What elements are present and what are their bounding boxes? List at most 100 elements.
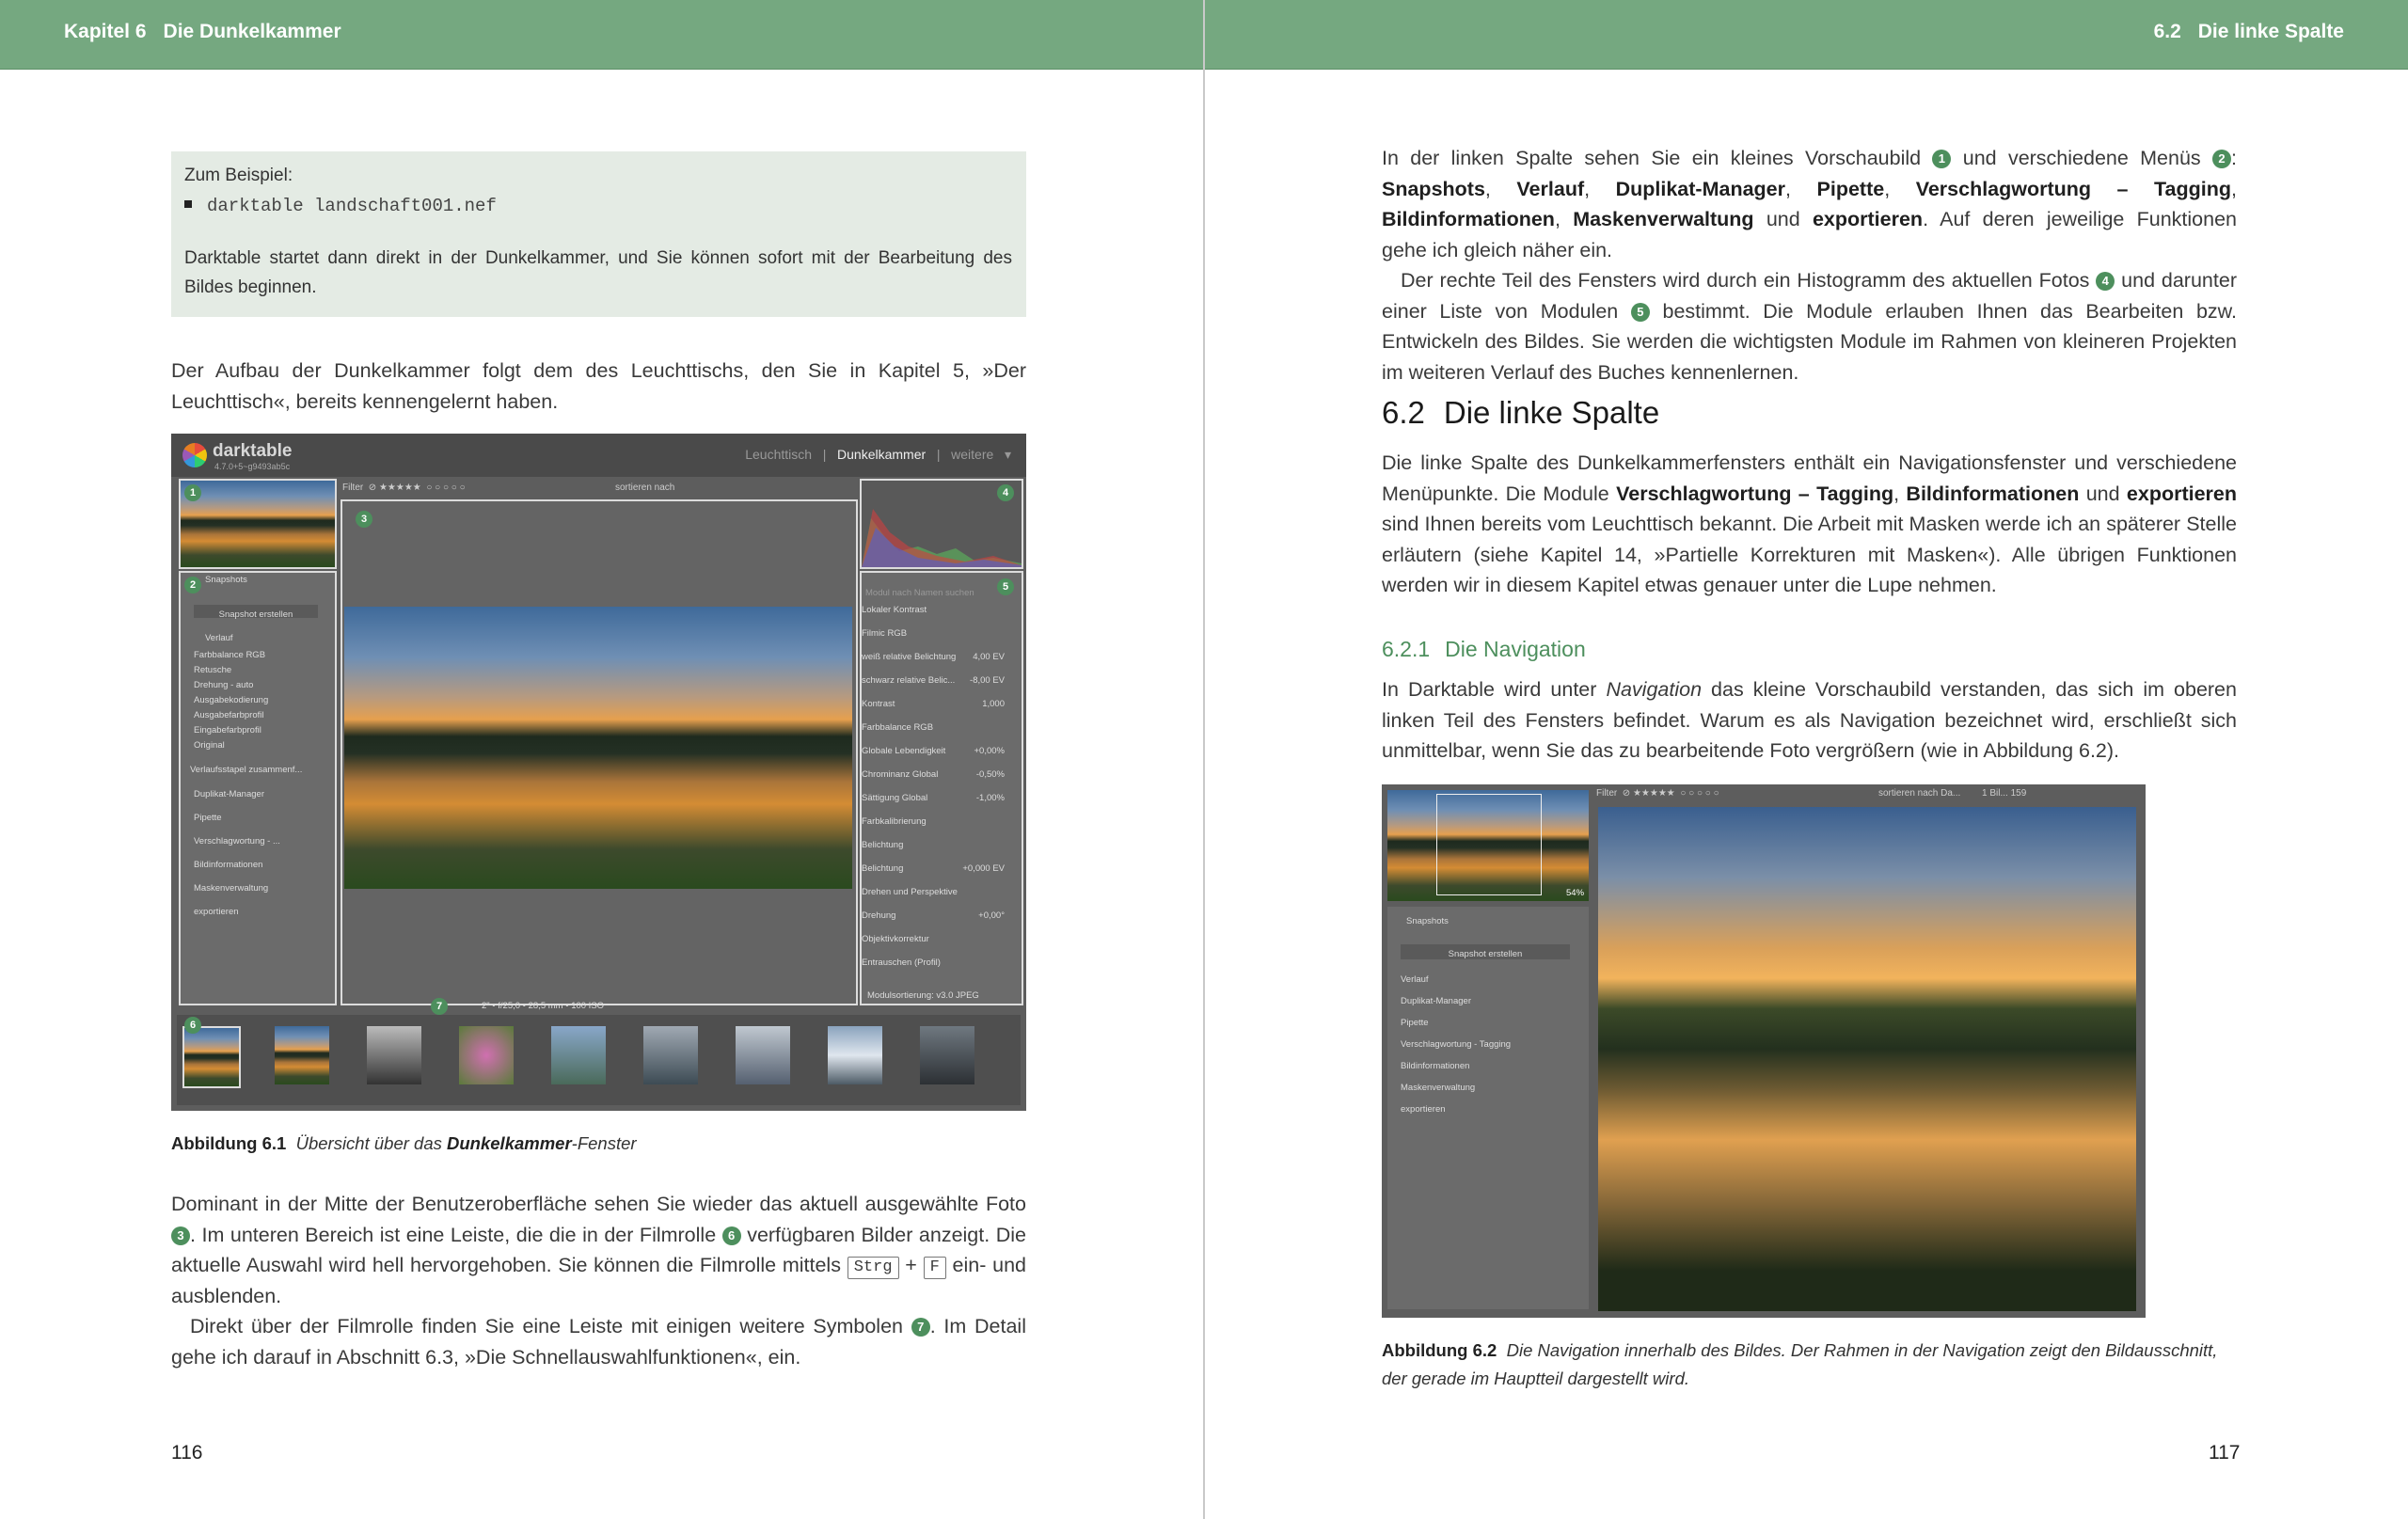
- module-row[interactable]: Objektivkorrektur: [862, 934, 1022, 957]
- section-title: Die linke Spalte: [2197, 21, 2344, 42]
- darktable-logo-icon: [182, 443, 207, 467]
- module-label: Entrauschen (Profil): [862, 957, 941, 968]
- module-row[interactable]: Eingabefarbprofil: [194, 725, 325, 740]
- filmstrip-thumb[interactable]: [182, 1026, 241, 1088]
- main-photo[interactable]: [344, 607, 852, 889]
- module-label: Duplikat-Manager: [194, 789, 264, 799]
- star-rating-icon[interactable]: ⊘ ★★★★★ ○ ○ ○ ○ ○: [366, 483, 466, 493]
- chevron-down-icon[interactable]: ▾: [997, 447, 1011, 462]
- sort-label[interactable]: sortieren nach Da...: [1878, 788, 1960, 799]
- app-version: 4.7.0+5~g9493ab5c: [214, 462, 291, 471]
- module-value: +0,00%: [974, 746, 1006, 756]
- exif-info: 2" • f/25,0 • 28,5 mm • 100 ISO: [482, 1001, 605, 1011]
- filmstrip-thumb[interactable]: [643, 1026, 698, 1084]
- module-row[interactable]: Verlauf: [1401, 974, 1579, 996]
- module-row[interactable]: Globale Lebendigkeit +0,00%: [862, 746, 1022, 769]
- module-value: 4,00 EV: [973, 652, 1005, 662]
- filmstrip-thumb[interactable]: [920, 1026, 974, 1084]
- subsection-heading: 6.2.1 Die Navigation: [1382, 637, 1586, 661]
- module-row[interactable]: Kontrast 1,000: [862, 699, 1022, 722]
- navigation-thumbnail[interactable]: [179, 479, 337, 569]
- filmstrip-thumb[interactable]: [459, 1026, 514, 1084]
- filmstrip-thumb[interactable]: [736, 1026, 790, 1084]
- module-row[interactable]: Maskenverwaltung: [194, 883, 325, 907]
- module-row[interactable]: Farbkalibrierung: [862, 816, 1022, 840]
- module-row[interactable]: Ausgabefarbprofil: [194, 710, 325, 725]
- module-label: Maskenverwaltung: [194, 883, 269, 894]
- module-label: Ausgabefarbprofil: [194, 710, 264, 720]
- history-compress-button[interactable]: Verlaufsstapel zusammenf...: [190, 765, 302, 775]
- module-label: exportieren: [1401, 1104, 1446, 1115]
- paragraph: Die linke Spalte des Dunkelkammerfenster…: [1382, 451, 2238, 596]
- module-row[interactable]: Filmic RGB: [862, 628, 1022, 652]
- snapshots-header[interactable]: Snapshots: [1406, 916, 1449, 926]
- module-row[interactable]: exportieren: [1401, 1104, 1579, 1126]
- module-label: Globale Lebendigkeit: [862, 746, 946, 756]
- module-row[interactable]: Bildinformationen: [1401, 1061, 1579, 1083]
- module-row[interactable]: Ausgabekodierung: [194, 695, 325, 710]
- module-row[interactable]: Lokaler Kontrast: [862, 605, 1022, 628]
- module-row[interactable]: Chrominanz Global -0,50%: [862, 769, 1022, 793]
- module-row[interactable]: Original: [194, 740, 325, 755]
- view-lighttable[interactable]: Leuchttisch: [745, 447, 812, 462]
- module-label: Verschlagwortung - ...: [194, 836, 280, 847]
- module-row[interactable]: Retusche: [194, 665, 325, 680]
- filmstrip-thumb[interactable]: [275, 1026, 329, 1084]
- marker-4-icon: 4: [2096, 272, 2115, 291]
- filter-label[interactable]: Filter: [1596, 788, 1617, 799]
- navigation-screenshot: 54% Snapshots Snapshot erstellen Verlauf…: [1382, 784, 2146, 1318]
- history-header[interactable]: Verlauf: [205, 633, 233, 643]
- module-row[interactable]: Drehen und Perspektive: [862, 887, 1022, 910]
- module-search[interactable]: Modul nach Namen suchen: [865, 588, 974, 598]
- page-number: 117: [2209, 1442, 2241, 1464]
- module-row[interactable]: Pipette: [1401, 1018, 1579, 1039]
- snapshot-button[interactable]: Snapshot erstellen: [219, 609, 293, 620]
- main-photo[interactable]: [1598, 807, 2136, 1311]
- star-rating-icon[interactable]: ⊘ ★★★★★ ○ ○ ○ ○ ○: [1620, 788, 1719, 799]
- module-row[interactable]: exportieren: [194, 907, 325, 930]
- right-column: Modul nach Namen suchen Lokaler Kontrast…: [860, 571, 1023, 1005]
- module-row[interactable]: Drehung +0,00°: [862, 910, 1022, 934]
- module-label: Eingabefarbprofil: [194, 725, 261, 736]
- paragraph: In der linken Spalte sehen Sie ein klein…: [1382, 147, 2238, 384]
- filmstrip-thumb[interactable]: [551, 1026, 606, 1084]
- filmstrip-thumb[interactable]: [828, 1026, 882, 1084]
- module-row[interactable]: Verschlagwortung - Tagging: [1401, 1039, 1579, 1061]
- module-row[interactable]: Entrauschen (Profil): [862, 957, 1022, 981]
- module-row[interactable]: Verschlagwortung - ...: [194, 836, 325, 860]
- snapshots-header[interactable]: Snapshots: [205, 575, 247, 585]
- module-row[interactable]: Pipette: [194, 813, 325, 836]
- module-label: Farbkalibrierung: [862, 816, 927, 827]
- sort-label[interactable]: sortieren nach: [615, 483, 674, 493]
- navigation-thumbnail[interactable]: [1387, 790, 1589, 901]
- module-label: Chrominanz Global: [862, 769, 939, 780]
- module-label: Objektivkorrektur: [862, 934, 929, 944]
- module-row[interactable]: Drehung - auto: [194, 680, 325, 695]
- module-row[interactable]: Duplikat-Manager: [1401, 996, 1579, 1018]
- module-label: Maskenverwaltung: [1401, 1083, 1476, 1093]
- filmstrip-thumb[interactable]: [367, 1026, 421, 1084]
- darkroom-screenshot: darktable 4.7.0+5~g9493ab5c Leuchttisch …: [171, 434, 1026, 1111]
- module-row[interactable]: schwarz relative Belic... -8,00 EV: [862, 675, 1022, 699]
- view-more[interactable]: weitere: [951, 447, 993, 462]
- module-row[interactable]: Belichtung +0,000 EV: [862, 863, 1022, 887]
- module-row[interactable]: Bildinformationen: [194, 860, 325, 883]
- module-row[interactable]: Sättigung Global -1,00%: [862, 793, 1022, 816]
- navigation-frame[interactable]: [1436, 794, 1542, 895]
- module-row[interactable]: weiß relative Belichtung 4,00 EV: [862, 652, 1022, 675]
- view-darkroom[interactable]: Dunkelkammer: [837, 447, 926, 462]
- module-order: Modulsortierung: v3.0 JPEG: [867, 990, 979, 1001]
- module-row[interactable]: Farbbalance RGB: [194, 650, 325, 665]
- filter-label[interactable]: Filter: [342, 483, 363, 493]
- module-row[interactable]: Farbbalance RGB: [862, 722, 1022, 746]
- module-row[interactable]: Belichtung: [862, 840, 1022, 863]
- module-row[interactable]: Maskenverwaltung: [1401, 1083, 1579, 1104]
- zoom-level[interactable]: 54%: [1566, 888, 1584, 898]
- key-f: F: [923, 1257, 946, 1279]
- filmstrip: [177, 1015, 1021, 1105]
- module-label: schwarz relative Belic...: [862, 675, 956, 686]
- snapshot-button[interactable]: Snapshot erstellen: [1449, 949, 1523, 959]
- module-row[interactable]: Duplikat-Manager: [194, 789, 325, 813]
- example-box: Zum Beispiel: darktable landschaft001.ne…: [171, 151, 1026, 317]
- left-modules-list: Duplikat-Manager Pipette Verschlagwortung …: [194, 789, 325, 930]
